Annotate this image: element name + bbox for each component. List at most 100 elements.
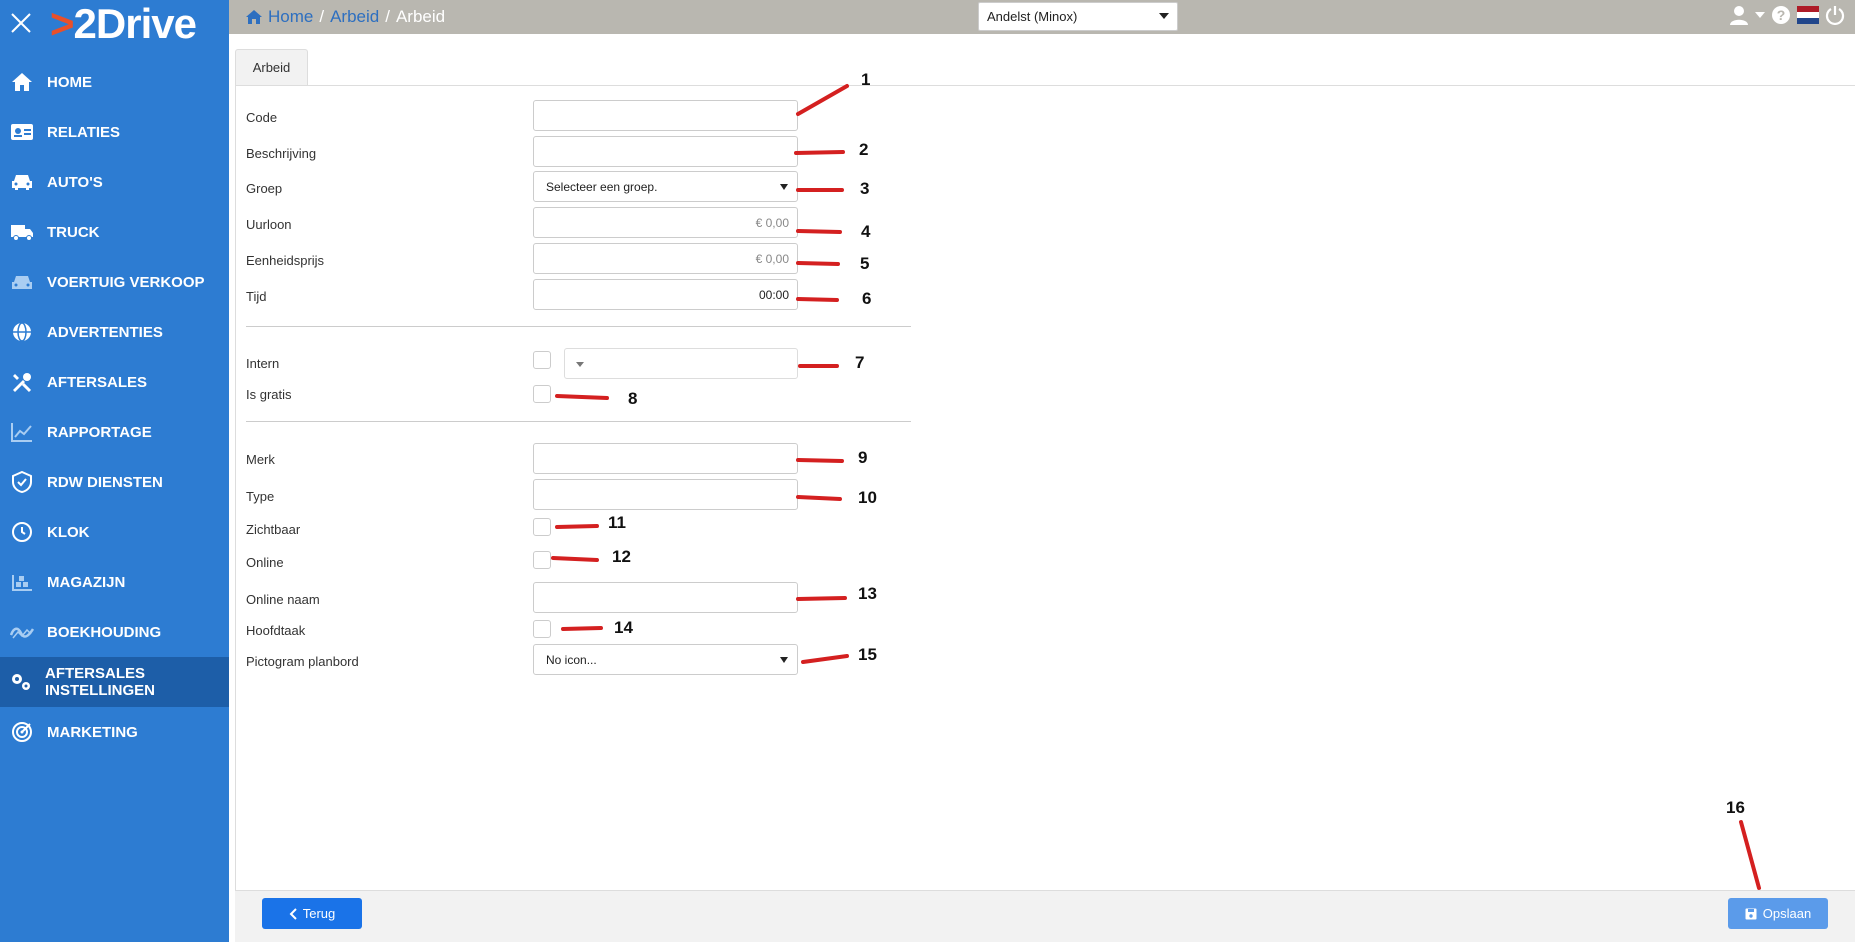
sidebar-item-klok[interactable]: KLOK <box>0 507 229 557</box>
annotation-number: 3 <box>860 179 870 198</box>
save-button[interactable]: Opslaan <box>1728 898 1828 929</box>
breadcrumb-separator: / <box>385 7 390 26</box>
branch-select[interactable]: Andelst (Minox) <box>978 2 1178 31</box>
sidebar-item-aftersales[interactable]: AFTERSALES <box>0 357 229 407</box>
back-button-label: Terug <box>302 906 336 921</box>
online-naam-input[interactable] <box>533 582 798 613</box>
gears-icon <box>9 671 33 693</box>
chevron-down-icon[interactable] <box>1755 11 1765 19</box>
sidebar-item-label: MARKETING <box>47 723 138 741</box>
breadcrumb-home[interactable]: Home <box>268 7 313 27</box>
floppy-disk-icon <box>1745 908 1757 919</box>
close-icon[interactable] <box>10 12 32 34</box>
sidebar-header: >2Drive <box>0 0 229 47</box>
sidebar-item-magazijn[interactable]: MAGAZIJN <box>0 557 229 607</box>
tab-arbeid[interactable]: Arbeid <box>235 49 308 86</box>
hoofdtaak-label: Hoofdtaak <box>246 623 306 638</box>
clock-icon <box>9 521 35 543</box>
pictogram-select[interactable]: No icon... <box>533 644 798 675</box>
ledger-icon <box>9 621 35 643</box>
truck-icon <box>9 221 35 243</box>
sidebar-item-label: KLOK <box>47 523 90 541</box>
beschrijving-input[interactable] <box>533 136 798 167</box>
sidebar-item-rapportage[interactable]: RAPPORTAGE <box>0 407 229 457</box>
sidebar-item-boekhouding[interactable]: BOEKHOUDING <box>0 607 229 657</box>
intern-label: Intern <box>246 356 280 371</box>
eenheidsprijs-input[interactable]: € 0,00 <box>533 243 798 274</box>
home-icon <box>9 71 35 93</box>
annotation-number: 14 <box>614 618 633 637</box>
annotation-number: 11 <box>608 513 626 532</box>
annotation-number: 12 <box>612 547 631 566</box>
help-icon[interactable]: ? <box>1771 5 1791 25</box>
tijd-input[interactable]: 00:00 <box>533 279 798 310</box>
power-icon[interactable] <box>1825 5 1845 25</box>
sidebar-item-marketing[interactable]: MARKETING <box>0 707 229 757</box>
top-icons: ? <box>1729 5 1845 25</box>
online-naam-label: Online naam <box>246 592 320 607</box>
hoofdtaak-checkbox[interactable] <box>533 620 551 638</box>
zichtbaar-checkbox[interactable] <box>533 518 551 536</box>
flag-nl-icon[interactable] <box>1797 6 1819 24</box>
merk-input[interactable] <box>533 443 798 474</box>
uurloon-label: Uurloon <box>246 217 292 232</box>
intern-select[interactable] <box>564 348 798 379</box>
beschrijving-label: Beschrijving <box>246 146 317 161</box>
back-button[interactable]: Terug <box>262 898 362 929</box>
sidebar-item-label: AFTERSALES <box>47 373 148 391</box>
chevron-down-icon <box>780 184 788 190</box>
tijd-label: Tijd <box>246 289 267 304</box>
sidebar-item-voertuig-verkoop[interactable]: VOERTUIG VERKOOP <box>0 257 229 307</box>
uurloon-input[interactable]: € 0,00 <box>533 207 798 238</box>
eenheidsprijs-label: Eenheidsprijs <box>246 253 325 268</box>
annotation-number: 7 <box>855 353 865 372</box>
chevron-down-icon <box>1159 13 1169 19</box>
sidebar: >2Drive HOME RELATIES AUTO'S TRUCK VOERT… <box>0 0 229 942</box>
code-input[interactable] <box>533 100 798 131</box>
sidebar-item-label: RAPPORTAGE <box>47 423 152 441</box>
sidebar-item-advertenties[interactable]: ADVERTENTIES <box>0 307 229 357</box>
annotation-number: 1 <box>861 70 871 89</box>
sidebar-item-autos[interactable]: AUTO'S <box>0 157 229 207</box>
warehouse-icon <box>9 571 35 593</box>
is-gratis-checkbox[interactable] <box>533 385 551 403</box>
annotation-number: 16 <box>1726 798 1745 817</box>
breadcrumb: Home / Arbeid / Arbeid <box>245 7 445 27</box>
code-label: Code <box>246 110 278 125</box>
zichtbaar-label: Zichtbaar <box>246 522 301 537</box>
topbar: Home / Arbeid / Arbeid Andelst (Minox) ? <box>229 0 1855 34</box>
annotation-number: 10 <box>858 488 877 507</box>
svg-text:?: ? <box>1777 7 1786 23</box>
annotation-number: 5 <box>860 254 870 273</box>
type-input[interactable] <box>533 479 798 510</box>
target-icon <box>9 721 35 743</box>
sidebar-item-label: VOERTUIG VERKOOP <box>47 273 205 291</box>
merk-label: Merk <box>246 452 275 467</box>
breadcrumb-separator: / <box>319 7 325 26</box>
globe-icon <box>9 321 35 343</box>
annotation-number: 13 <box>858 584 877 603</box>
sidebar-item-label: ADVERTENTIES <box>47 323 163 341</box>
groep-select[interactable]: Selecteer een groep. <box>533 171 798 202</box>
sidebar-item-label: AUTO'S <box>47 173 103 191</box>
sidebar-item-relaties[interactable]: RELATIES <box>0 107 229 157</box>
sidebar-item-home[interactable]: HOME <box>0 57 229 107</box>
pictogram-label: Pictogram planbord <box>246 654 359 669</box>
car-icon <box>9 171 35 193</box>
home-icon[interactable] <box>245 9 263 25</box>
chevron-left-icon <box>289 907 297 920</box>
breadcrumb-arbeid-link[interactable]: Arbeid <box>330 7 379 27</box>
user-icon[interactable] <box>1729 5 1749 25</box>
sidebar-item-label: BOEKHOUDING <box>47 623 162 641</box>
sidebar-item-aftersales-instellingen[interactable]: AFTERSALES INSTELLINGEN <box>0 657 229 707</box>
footer-bar: Terug Opslaan <box>235 890 1855 942</box>
sidebar-item-truck[interactable]: TRUCK <box>0 207 229 257</box>
sidebar-item-rdw-diensten[interactable]: RDW DIENSTEN <box>0 457 229 507</box>
sidebar-item-label: RELATIES <box>47 123 121 141</box>
online-checkbox[interactable] <box>533 551 551 569</box>
intern-checkbox[interactable] <box>533 351 551 369</box>
sidebar-item-label: MAGAZIJN <box>47 573 126 591</box>
annotation-number: 15 <box>858 645 877 664</box>
logo-text: 2Drive <box>73 0 197 47</box>
app-logo[interactable]: >2Drive <box>50 0 197 47</box>
